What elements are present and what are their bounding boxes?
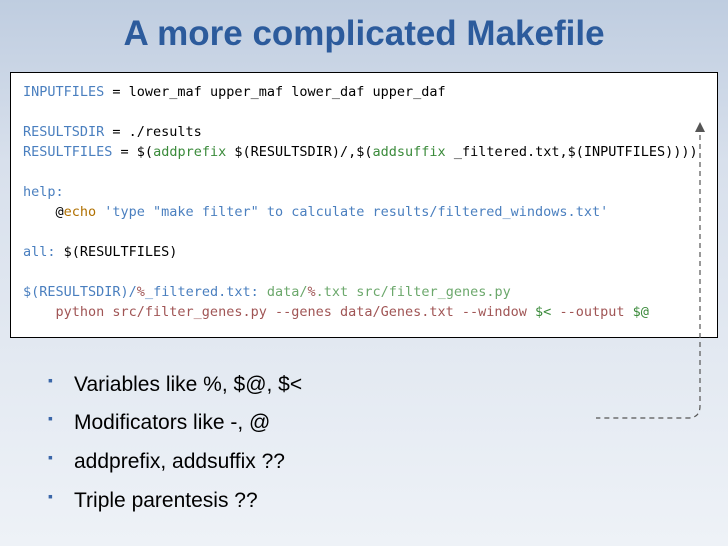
bullet-list: Variables like %, $@, $< Modificators li…: [48, 366, 728, 521]
list-item: Variables like %, $@, $<: [48, 366, 728, 405]
code-token: $(RESULTFILES): [56, 244, 178, 260]
code-token: %: [137, 284, 145, 300]
code-token: %: [308, 284, 316, 300]
code-token: RESULTSDIR: [23, 124, 104, 140]
code-token: $(RESULTSDIR)/: [23, 284, 137, 300]
code-token: addprefix: [153, 144, 226, 160]
code-token: =: [112, 144, 136, 160]
code-token: $(: [356, 144, 372, 160]
code-token: = lower_maf upper_maf lower_daf upper_da…: [104, 84, 445, 100]
slide-title: A more complicated Makefile: [0, 0, 728, 72]
code-token: help:: [23, 184, 64, 200]
code-token: _filtered.txt:: [145, 284, 259, 300]
code-token: all:: [23, 244, 56, 260]
code-token: python src/filter_genes.py --genes data/…: [23, 304, 535, 320]
code-token: = ./results: [104, 124, 202, 140]
code-token: 'type "make filter" to calculate results…: [96, 204, 608, 220]
code-token: )): [673, 144, 689, 160]
code-token: $@: [633, 304, 649, 320]
code-token: ): [690, 144, 698, 160]
list-item: addprefix, addsuffix ??: [48, 443, 728, 482]
code-block: INPUTFILES = lower_maf upper_maf lower_d…: [10, 72, 718, 338]
code-token: _filtered.txt,$(INPUTFILES): [446, 144, 674, 160]
code-token: $<: [535, 304, 551, 320]
code-token: RESULTFILES: [23, 144, 112, 160]
code-token: --output: [551, 304, 632, 320]
code-token: addsuffix: [373, 144, 446, 160]
code-token: $(RESULTSDIR)/,: [226, 144, 356, 160]
code-token: data/: [259, 284, 308, 300]
code-token: INPUTFILES: [23, 84, 104, 100]
list-item: Triple parentesis ??: [48, 482, 728, 521]
list-item: Modificators like -, @: [48, 404, 728, 443]
code-token: $(: [137, 144, 153, 160]
code-token: @: [23, 204, 64, 220]
code-token: .txt src/filter_genes.py: [316, 284, 511, 300]
code-token: echo: [64, 204, 97, 220]
